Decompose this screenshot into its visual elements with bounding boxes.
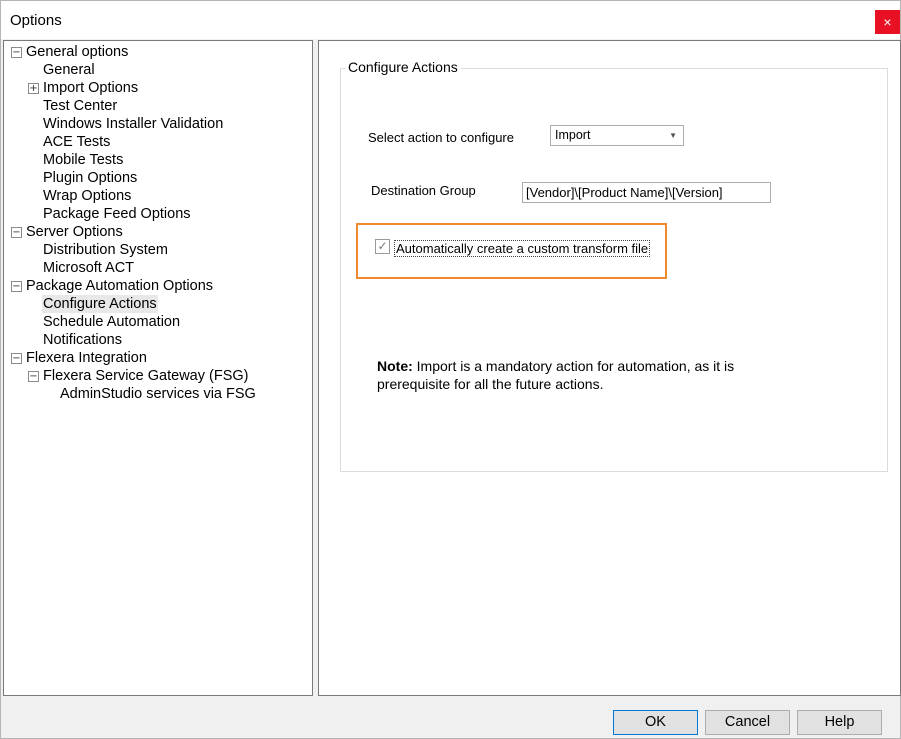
collapse-icon[interactable]: − <box>11 227 22 238</box>
note-label: Note: <box>377 358 413 374</box>
configure-actions-panel: Configure Actions Select action to confi… <box>318 40 901 696</box>
action-select[interactable]: Import ▼ <box>550 125 684 146</box>
action-select-value: Import <box>555 128 591 142</box>
tree-item-label: Distribution System <box>43 242 168 258</box>
ok-button[interactable]: OK <box>613 710 698 735</box>
tree-item-label: Plugin Options <box>43 170 138 186</box>
options-tree: − General options General + Import Optio… <box>3 40 313 696</box>
tree-item-label: Server Options <box>26 224 123 240</box>
note-body: Import is a mandatory action for automat… <box>377 358 735 392</box>
tree-item-label: Microsoft ACT <box>43 260 135 276</box>
tree-item-label: Import Options <box>43 80 139 96</box>
tree-item-label: AdminStudio services via FSG <box>60 386 256 402</box>
title-bar: Options × <box>1 1 900 39</box>
tree-item-label: Test Center <box>43 98 118 114</box>
tree-item-label: Mobile Tests <box>43 152 124 168</box>
destination-group-input[interactable] <box>522 182 771 203</box>
tree-item-label: Windows Installer Validation <box>43 116 224 132</box>
collapse-icon[interactable]: − <box>11 47 22 58</box>
collapse-icon[interactable]: − <box>28 371 39 382</box>
help-button[interactable]: Help <box>797 710 882 735</box>
note-text: Note: Import is a mandatory action for a… <box>377 357 757 393</box>
chevron-down-icon: ▼ <box>669 131 677 140</box>
expand-icon[interactable]: + <box>28 83 39 94</box>
collapse-icon[interactable]: − <box>11 281 22 292</box>
destination-group-label: Destination Group <box>371 183 476 198</box>
collapse-icon[interactable]: − <box>11 353 22 364</box>
tree-item-label: Schedule Automation <box>43 314 181 330</box>
tree-item-label: Package Automation Options <box>26 278 214 294</box>
cancel-button[interactable]: Cancel <box>705 710 790 735</box>
tree-item-label: Flexera Integration <box>26 350 147 366</box>
groupbox-title: Configure Actions <box>345 59 461 75</box>
options-dialog: Options × − General options General + Im… <box>0 0 901 739</box>
tree-item-label: ACE Tests <box>43 134 111 150</box>
tree-item-label: Notifications <box>43 332 122 348</box>
tree-item-label: Wrap Options <box>43 188 132 204</box>
select-action-label: Select action to configure <box>368 130 514 145</box>
custom-transform-checkbox[interactable]: ✓ <box>375 239 390 254</box>
tree-item-label: Configure Actions <box>42 295 158 313</box>
custom-transform-label[interactable]: Automatically create a custom transform … <box>394 240 651 257</box>
close-button[interactable]: × <box>875 10 900 34</box>
tree-item-label: Package Feed Options <box>43 206 191 222</box>
tree-item-label: General options <box>26 44 129 60</box>
tree-item-label: Flexera Service Gateway (FSG) <box>43 368 249 384</box>
tree-item-label: General <box>43 62 95 78</box>
window-title: Options <box>10 12 62 29</box>
